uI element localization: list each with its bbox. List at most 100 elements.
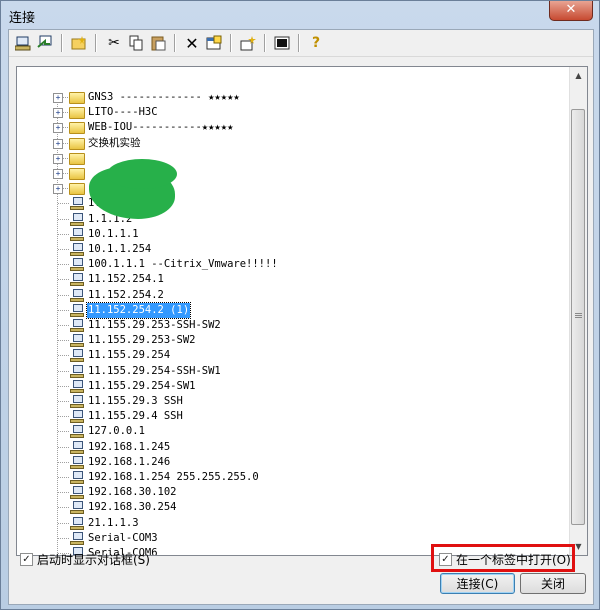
session-label: 11.155.29.253-SW2	[88, 334, 196, 347]
tree-folder-row[interactable]: + 交换机实验	[17, 136, 557, 151]
tree-session-row[interactable]: 11.155.29.254-SSH-SW1	[17, 364, 557, 379]
tree-session-row[interactable]: 192.168.30.102	[17, 485, 557, 500]
folder-icon	[69, 183, 85, 196]
delete-icon[interactable]: ✕	[182, 33, 202, 53]
vertical-scrollbar[interactable]: ▲ ▼	[569, 67, 587, 555]
session-icon	[70, 258, 84, 272]
tree-session-row[interactable]: 192.168.1.246	[17, 455, 557, 470]
new-session-icon[interactable]	[238, 33, 258, 53]
tree-session-row[interactable]: 1.1.1.2	[17, 212, 557, 227]
expand-plus-icon[interactable]: +	[53, 184, 63, 195]
session-tree[interactable]: + GNS3 ------------- ★★★★★ + LITO----H3C + WE…	[16, 66, 588, 556]
session-icon	[70, 516, 84, 530]
session-icon	[70, 455, 84, 469]
session-icon	[70, 212, 84, 226]
tree-connector-line	[58, 401, 70, 402]
folder-icon	[69, 122, 85, 135]
tree-session-row[interactable]: 11.155.29.3 SSH	[17, 394, 557, 409]
checkbox-check-icon[interactable]: ✓	[439, 553, 452, 566]
session-label: 192.168.30.102	[88, 486, 177, 499]
session-icon	[70, 471, 84, 484]
close-window-button[interactable]: ✕	[549, 1, 593, 21]
tree-session-row[interactable]: 10.1.1.254	[17, 242, 557, 257]
properties-icon[interactable]	[204, 33, 224, 53]
session-label: 100.1.1.1 --Citrix_Vmware!!!!!	[88, 258, 278, 271]
tree-session-row[interactable]: 192.168.1.254 255.255.255.0	[17, 470, 557, 485]
tree-connector-line	[58, 264, 70, 266]
tree-folder-row[interactable]: + GNS3 ------------- ★★★★★	[17, 90, 557, 105]
expand-plus-icon[interactable]: +	[53, 138, 63, 149]
tree-session-row[interactable]: 11.155.29.4 SSH	[17, 409, 557, 424]
session-icon	[70, 197, 84, 211]
session-label: 11.155.29.254-SSH-SW1	[88, 364, 221, 377]
cut-icon[interactable]: ✂	[104, 33, 124, 53]
tree-session-row[interactable]: 11.152.254.1	[17, 272, 557, 287]
session-icon	[70, 288, 84, 302]
session-label: 11.152.254.2 (1)	[85, 301, 192, 319]
tree-session-row[interactable]: 11.155.29.254-SW1	[17, 379, 557, 394]
tree-folder-row[interactable]: + LITO----H3C	[17, 105, 557, 120]
quick-connect-icon[interactable]	[35, 33, 55, 53]
session-label: 11.155.29.4 SSH	[88, 410, 183, 423]
tree-session-row[interactable]: 11.155.29.253-SSH-SW2	[17, 318, 557, 333]
dialog-body: ✂ ✕ ? + GNS3 ------------- ★★★★★ + LITO----…	[8, 29, 594, 605]
session-label: 21.1.1.3	[88, 516, 139, 529]
tree-session-row[interactable]: 21.1.1.3	[17, 516, 557, 531]
tree-session-row[interactable]: 100.1.1.1 --Citrix_Vmware!!!!!	[17, 257, 557, 272]
show-on-startup-checkbox[interactable]: ✓ 启动时显示对话框(S)	[20, 551, 150, 568]
session-label: 11.155.29.254	[88, 349, 171, 362]
tree-session-row[interactable]: 192.168.30.254	[17, 500, 557, 515]
session-icon	[70, 243, 84, 256]
folder-icon	[69, 152, 85, 165]
tree-connector-line	[58, 461, 70, 463]
tree-session-row[interactable]: 11.152.254.2	[17, 288, 557, 303]
tree-connector-line	[58, 370, 70, 372]
connect-button[interactable]: 连接(C)	[440, 573, 515, 594]
expand-plus-icon[interactable]: +	[53, 153, 63, 164]
expand-plus-icon[interactable]: +	[53, 108, 63, 119]
tree-folder-row[interactable]: + WEB-IOU-----------★★★★★	[17, 120, 557, 135]
expand-plus-icon[interactable]: +	[53, 93, 63, 103]
open-in-tab-checkbox[interactable]: ✓ 在一个标签中打开(O)	[439, 551, 571, 568]
tree-session-row[interactable]: 10.1.1.1	[17, 227, 557, 242]
scroll-up-icon[interactable]: ▲	[570, 67, 587, 84]
tree-connector-line	[58, 325, 70, 326]
tree-connector-line	[58, 507, 70, 509]
session-label: 11.155.29.253-SSH-SW2	[88, 319, 221, 331]
tree-session-row[interactable]: 127.0.0.1	[17, 424, 557, 439]
tree-connector-line	[58, 446, 70, 448]
tree-session-row[interactable]: 11.155.29.254	[17, 348, 557, 363]
open-in-tab-label: 在一个标签中打开(O)	[456, 553, 571, 567]
copy-icon[interactable]	[126, 33, 146, 53]
tree-session-row[interactable]: 11.155.29.253-SW2	[17, 333, 557, 348]
scroll-thumb[interactable]	[571, 109, 585, 525]
session-label: 11.152.254.2	[88, 288, 164, 301]
toolbar: ✂ ✕ ?	[9, 30, 593, 57]
session-icon	[70, 273, 84, 287]
new-folder-icon[interactable]	[69, 33, 89, 53]
paste-icon[interactable]	[148, 33, 168, 53]
expand-plus-icon[interactable]: +	[53, 123, 63, 134]
tree-connector-line	[58, 416, 70, 418]
folder-icon	[69, 168, 85, 180]
tree-session-row[interactable]: 11.152.254.2 (1)	[17, 301, 557, 319]
tree-session-row[interactable]: 192.168.1.245	[17, 440, 557, 455]
session-icon	[70, 440, 84, 454]
session-label: 10.1.1.1	[88, 227, 139, 240]
tree-folder-row[interactable]: +	[17, 151, 557, 166]
session-icon	[70, 501, 84, 515]
expand-plus-icon[interactable]: +	[53, 169, 63, 179]
terminal-icon[interactable]	[272, 33, 292, 53]
session-icon	[70, 531, 84, 545]
session-icon	[70, 364, 84, 378]
tree-connector-line	[58, 294, 70, 296]
tree-connector-line	[58, 385, 70, 387]
tree-connector-line	[58, 492, 70, 494]
help-icon[interactable]: ?	[306, 33, 326, 53]
session-icon	[70, 379, 84, 393]
tree-connector-line	[58, 309, 70, 311]
close-button[interactable]: 关闭	[520, 573, 586, 594]
redaction-scribble	[107, 159, 177, 189]
checkbox-check-icon[interactable]: ✓	[20, 553, 33, 566]
connect-icon[interactable]	[13, 33, 33, 53]
